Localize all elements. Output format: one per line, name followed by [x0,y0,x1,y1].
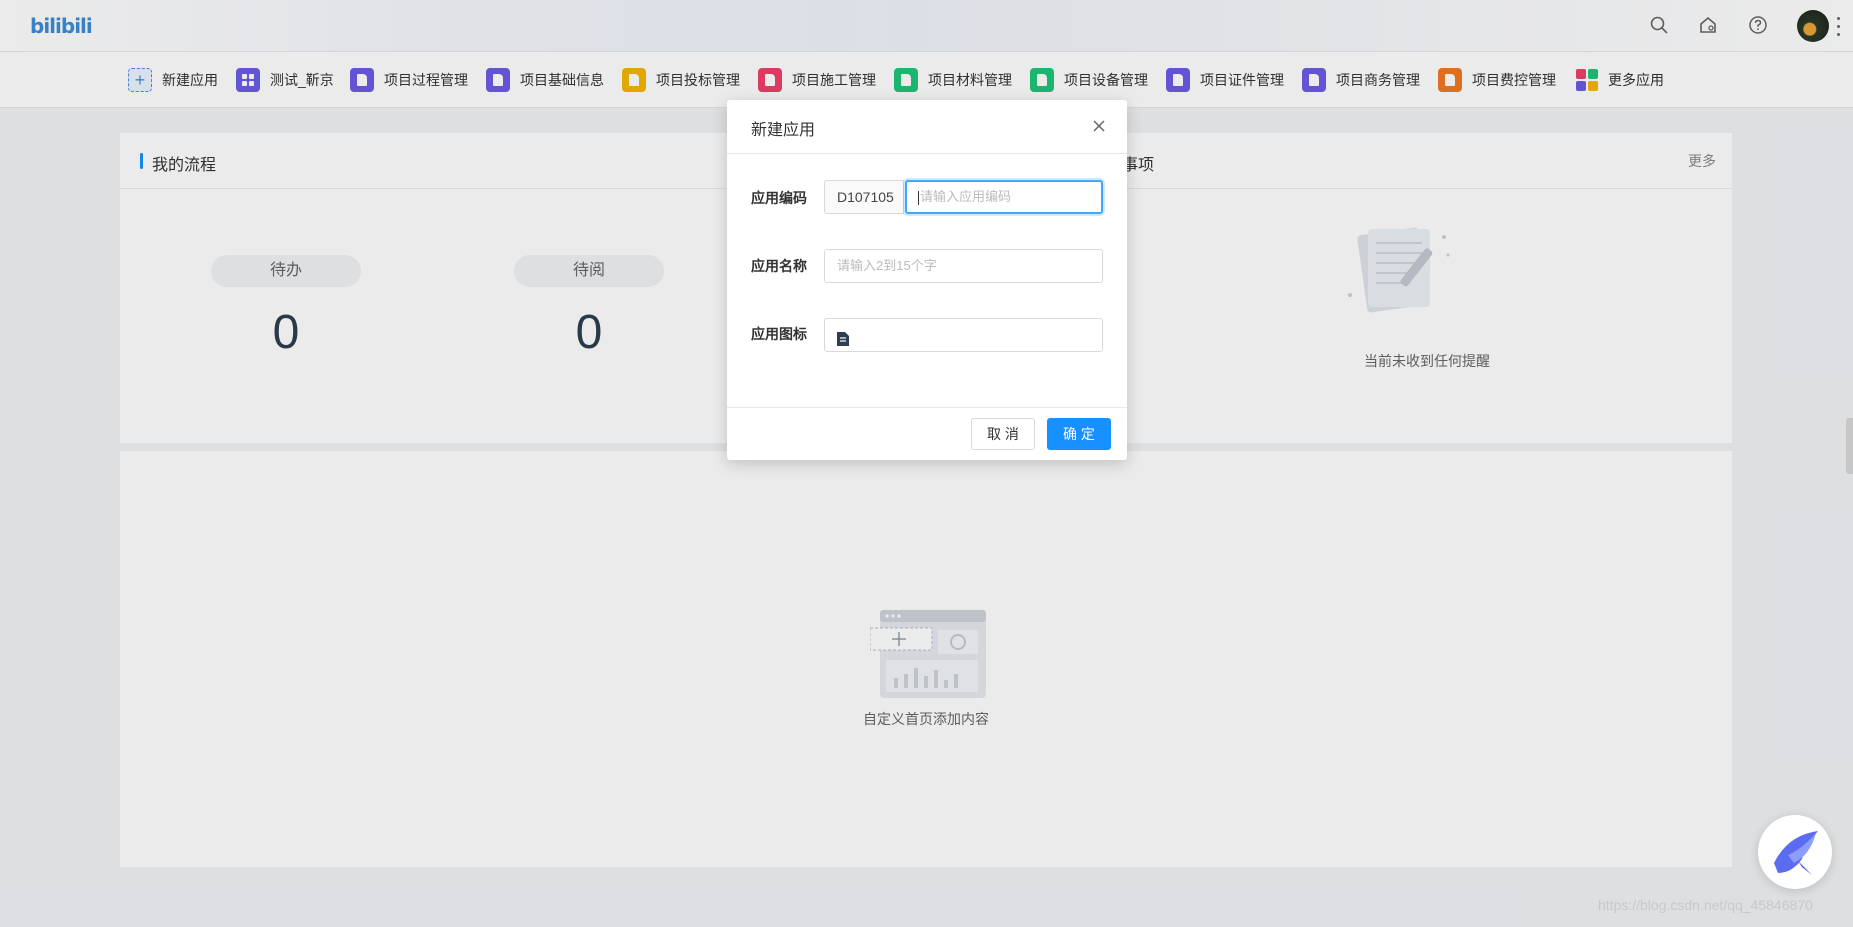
doc-icon [835,327,851,359]
cancel-button[interactable]: 取 消 [971,418,1035,450]
name-input[interactable]: 请输入2到15个字 [824,249,1103,283]
floating-assistant-button[interactable] [1758,815,1832,889]
icon-label: 应用图标 [751,326,807,342]
watermark: https://blog.csdn.net/qq_45846870 [1598,897,1813,913]
new-app-dialog: 新建应用 应用编码 D107105 请输入应用编码 应用名称 请输入2到15个字… [727,100,1127,460]
name-label: 应用名称 [751,258,807,274]
code-prefix: D107105 [824,180,904,214]
code-input[interactable]: 请输入应用编码 [905,180,1103,214]
dialog-footer-divider [727,407,1127,408]
confirm-button[interactable]: 确 定 [1047,418,1111,450]
dialog-header: 新建应用 [727,100,1127,154]
dialog-title: 新建应用 [751,122,816,139]
code-label: 应用编码 [751,190,807,206]
icon-picker[interactable] [824,318,1103,352]
code-placeholder: 请输入应用编码 [920,189,1012,204]
close-icon[interactable] [1089,116,1109,136]
bird-icon [1774,831,1818,875]
